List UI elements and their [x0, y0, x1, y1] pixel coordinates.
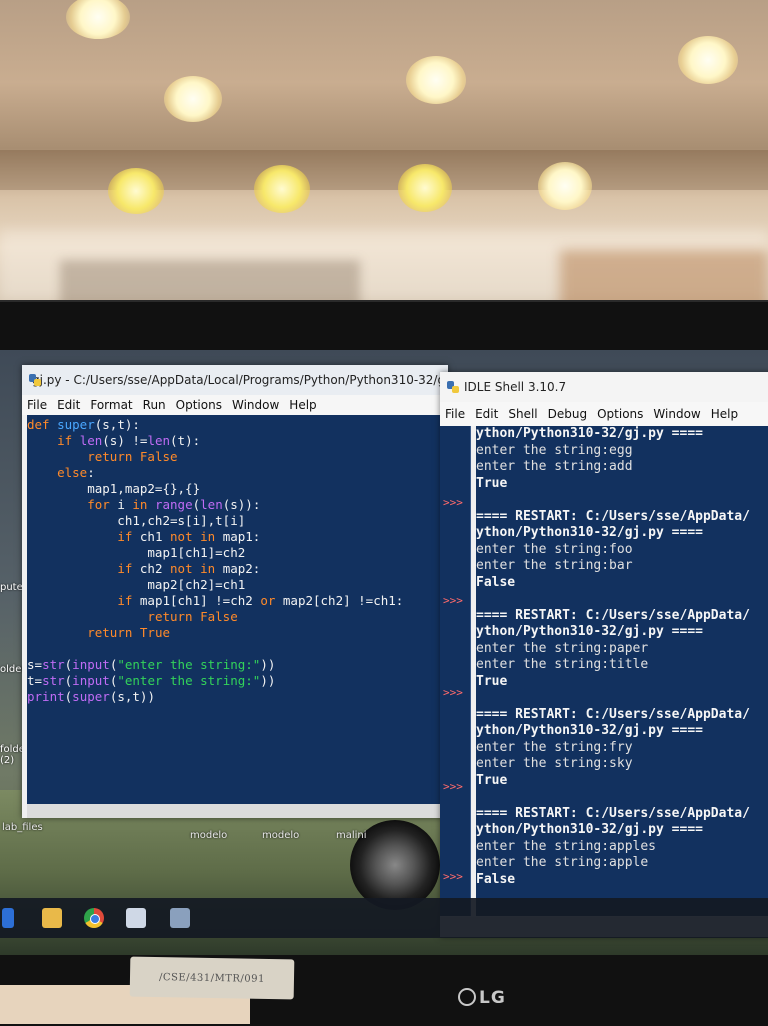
menu-window[interactable]: Window — [648, 407, 705, 421]
shell-line: False — [476, 574, 516, 590]
ceiling-light — [398, 164, 452, 212]
file-explorer-icon[interactable] — [42, 908, 62, 928]
menu-options[interactable]: Options — [592, 407, 648, 421]
shell-title: IDLE Shell 3.10.7 — [464, 380, 567, 394]
shell-line: ython/Python310-32/gj.py ==== — [476, 624, 703, 639]
shell-line: enter the string:fry — [476, 739, 633, 755]
shell-line: enter the string:foo — [476, 541, 633, 557]
shell-output[interactable]: ython/Python310-32/gj.py ==== enter the s… — [476, 426, 768, 916]
shell-line: ==== RESTART: C:/Users/sse/AppData/ — [476, 805, 750, 821]
room-background — [0, 0, 768, 330]
shell-line: True — [476, 772, 508, 788]
shell-line: enter the string:paper — [476, 640, 649, 656]
menu-format[interactable]: Format — [85, 398, 137, 412]
menu-file[interactable]: File — [22, 398, 52, 412]
horizontal-scrollbar[interactable] — [27, 804, 443, 818]
shell-line: ==== RESTART: C:/Users/sse/AppData/ — [476, 706, 750, 722]
menu-file[interactable]: File — [440, 407, 470, 421]
desktop-icon-label[interactable]: lab_files — [2, 822, 43, 833]
python-icon — [446, 380, 460, 394]
menu-debug[interactable]: Debug — [543, 407, 592, 421]
menu-run[interactable]: Run — [138, 398, 171, 412]
shell-line: ==== RESTART: C:/Users/sse/AppData/ — [476, 508, 750, 524]
idle-taskbar-icon[interactable] — [126, 908, 146, 928]
desktop-icon-label[interactable]: modelo — [262, 830, 299, 841]
idle-editor-window[interactable]: gj.py - C:/Users/sse/AppData/Local/Progr… — [22, 365, 448, 818]
shell-line: ython/Python310-32/gj.py ==== — [476, 525, 703, 540]
shell-prompt-gutter: >>> >>> >>> >>> >>> — [440, 426, 471, 916]
monitor-brand-logo: LG — [458, 988, 506, 1008]
shell-line: enter the string:egg — [476, 442, 633, 458]
shell-line: ==== RESTART: C:/Users/sse/AppData/ — [476, 607, 750, 623]
menu-shell[interactable]: Shell — [503, 407, 542, 421]
shell-line: ython/Python310-32/gj.py ==== — [476, 723, 703, 738]
menu-window[interactable]: Window — [227, 398, 284, 412]
shell-line: True — [476, 475, 508, 491]
desktop-icon-label[interactable]: modelo — [190, 830, 227, 841]
ceiling-light — [254, 165, 310, 213]
shell-line: ython/Python310-32/gj.py ==== — [476, 426, 703, 441]
menu-edit[interactable]: Edit — [470, 407, 503, 421]
shell-prompt: >>> — [443, 780, 463, 793]
menu-edit[interactable]: Edit — [52, 398, 85, 412]
menu-help[interactable]: Help — [284, 398, 321, 412]
idle-editor-taskbar-icon[interactable] — [170, 908, 190, 928]
ceiling-light — [678, 36, 738, 84]
editor-title: gj.py - C:/Users/sse/AppData/Local/Progr… — [32, 373, 448, 387]
idle-shell-window[interactable]: IDLE Shell 3.10.7 File Edit Shell Debug … — [440, 372, 768, 937]
ceiling-light — [164, 76, 222, 122]
shell-prompt: >>> — [443, 870, 463, 883]
desktop-icon-label[interactable]: malini — [336, 830, 367, 841]
shell-line: ython/Python310-32/gj.py ==== — [476, 822, 703, 837]
menu-options[interactable]: Options — [171, 398, 227, 412]
shell-titlebar[interactable]: IDLE Shell 3.10.7 — [440, 372, 768, 402]
start-windows-icon[interactable] — [2, 908, 14, 928]
lg-logo-icon — [458, 988, 476, 1006]
ceiling-light — [406, 56, 466, 104]
monitor-screen: puter older folder (2) lab_files modelo … — [0, 350, 768, 955]
shell-prompt: >>> — [443, 496, 463, 509]
shell-prompt: >>> — [443, 686, 463, 699]
shell-line: enter the string:add — [476, 459, 633, 474]
code-editor-area[interactable]: def super(s,t): if len(s) !=len(t): retu… — [27, 415, 443, 807]
shell-line: False — [476, 871, 516, 887]
menu-help[interactable]: Help — [706, 407, 743, 421]
shell-line: enter the string:sky — [476, 756, 633, 771]
shell-line: enter the string:title — [476, 657, 649, 672]
ceiling-light — [538, 162, 592, 210]
shell-line: enter the string:apple — [476, 855, 649, 870]
brand-text: LG — [479, 988, 506, 1008]
shell-prompt: >>> — [443, 594, 463, 607]
shell-line: True — [476, 673, 508, 689]
asset-sticker: /CSE/431/MTR/091 — [129, 956, 295, 1000]
ceiling-light — [108, 168, 164, 214]
shell-menubar: File Edit Shell Debug Options Window Hel… — [440, 402, 768, 426]
editor-titlebar[interactable]: gj.py - C:/Users/sse/AppData/Local/Progr… — [22, 365, 448, 395]
editor-menubar: File Edit Format Run Options Window Help — [22, 395, 448, 415]
shell-line: enter the string:bar — [476, 558, 633, 573]
taskbar — [0, 898, 768, 938]
ceiling-light — [66, 0, 130, 39]
chrome-icon[interactable] — [84, 908, 104, 928]
shell-line: enter the string:apples — [476, 838, 657, 854]
